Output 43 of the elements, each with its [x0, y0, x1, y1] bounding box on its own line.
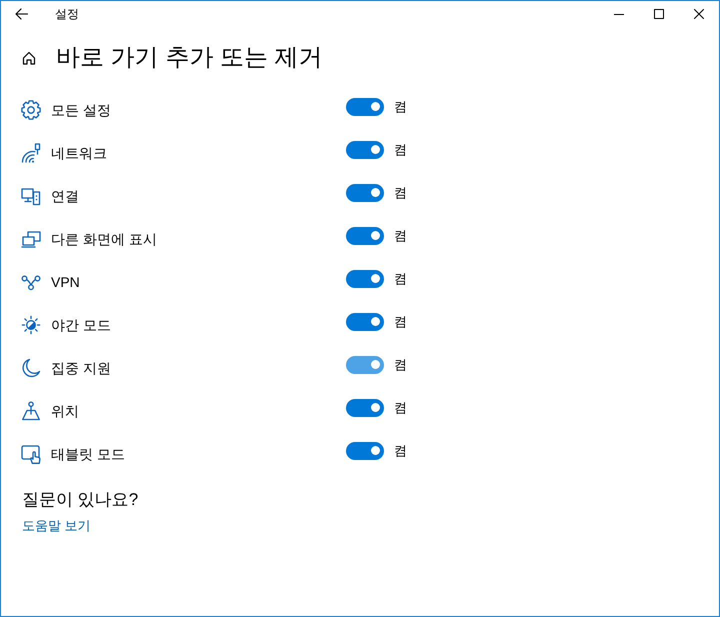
- setting-label: VPN: [51, 272, 81, 292]
- setting-label: 야간 모드: [51, 316, 112, 334]
- gear-icon: [21, 100, 41, 120]
- maximize-icon: [654, 9, 664, 19]
- setting-label: 태블릿 모드: [51, 444, 126, 464]
- toggle-state-label: 켬: [394, 356, 407, 374]
- toggle-state-label: 켬: [394, 98, 407, 116]
- close-icon: [694, 9, 704, 19]
- help-link[interactable]: 도움말 보기: [22, 517, 91, 535]
- help-question: 질문이 있나요?: [22, 489, 138, 511]
- setting-label: 네트워크: [51, 144, 108, 162]
- page-title: 바로 가기 추가 또는 제거: [56, 43, 323, 73]
- toggle-switch[interactable]: [346, 140, 384, 158]
- location-icon: [21, 400, 41, 420]
- wifi-icon: [21, 142, 41, 162]
- toggle-state-label: 켬: [394, 312, 407, 330]
- toggle-switch[interactable]: [346, 98, 384, 116]
- setting-label: 집중 지원: [51, 358, 112, 378]
- toggle-state-label: 켬: [394, 226, 407, 244]
- toggle-state-label: 켬: [394, 442, 407, 460]
- sun-icon: [21, 314, 41, 334]
- two-screens-icon: [21, 228, 41, 248]
- home-icon: [22, 51, 36, 65]
- toggle-state-label: 켬: [394, 140, 407, 158]
- setting-label: 모든 설정: [51, 100, 112, 120]
- setting-label: 연결: [51, 186, 80, 206]
- toggle-switch[interactable]: [346, 270, 384, 288]
- setting-label: 위치: [51, 402, 80, 420]
- tablet-hand-icon: [21, 444, 41, 464]
- toggle-switch[interactable]: [346, 226, 384, 244]
- toggle-switch[interactable]: [346, 398, 384, 416]
- back-arrow-icon: [14, 8, 28, 20]
- setting-label: 다른 화면에 표시: [51, 230, 158, 248]
- window-title: 설정: [55, 6, 80, 23]
- monitor-phone-icon: [21, 186, 41, 206]
- toggle-state-label: 켬: [394, 270, 407, 288]
- toggle-state-label: 켬: [394, 184, 407, 202]
- toggle-switch[interactable]: [346, 312, 384, 330]
- toggle-switch[interactable]: [346, 356, 384, 374]
- toggle-switch[interactable]: [346, 184, 384, 202]
- toggle-state-label: 켬: [394, 398, 407, 416]
- toggle-switch[interactable]: [346, 442, 384, 460]
- crescent-moon-icon: [21, 358, 41, 378]
